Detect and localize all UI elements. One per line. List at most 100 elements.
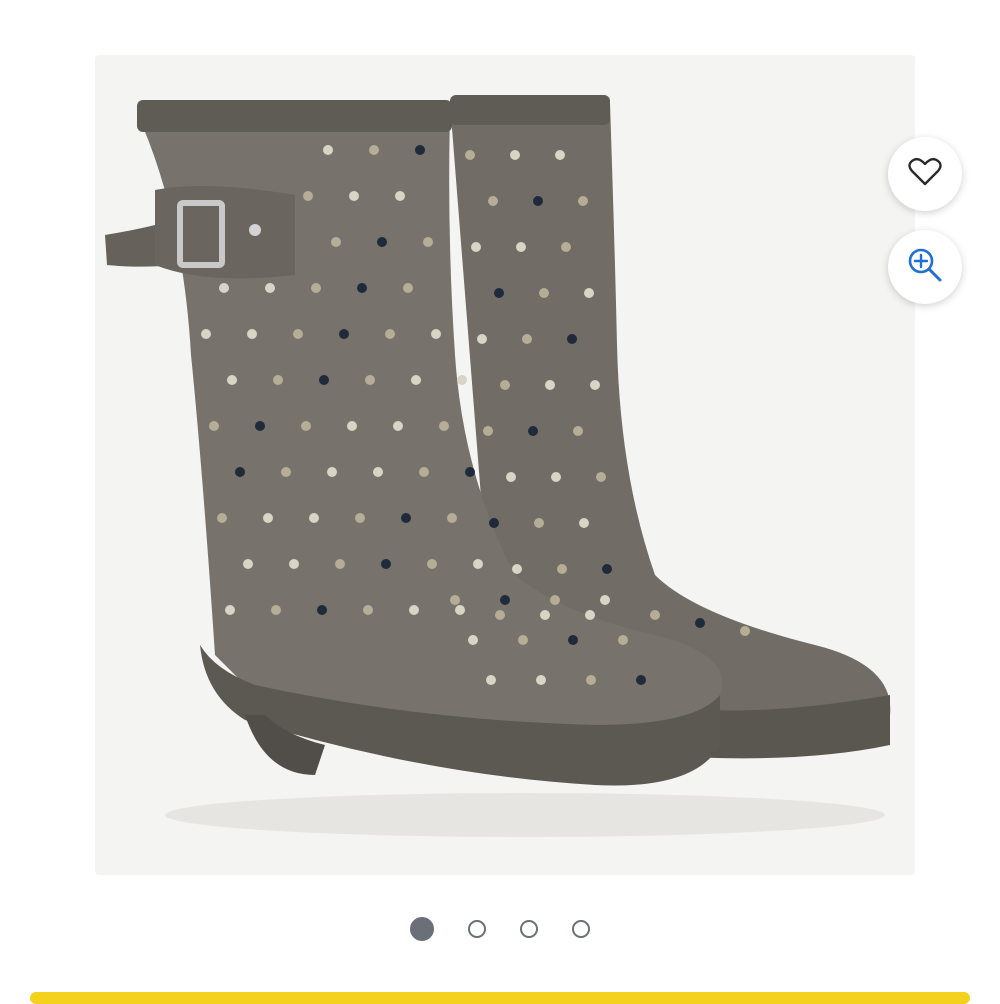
pagination-dot-4[interactable] [572,920,590,938]
polka-dot [468,635,478,645]
polka-dot [243,559,253,569]
polka-dot [423,237,433,247]
polka-dot [369,145,379,155]
polka-dot [600,595,610,605]
polka-dot [265,283,275,293]
polka-dot [365,375,375,385]
polka-dot [395,191,405,201]
image-pagination [0,915,1000,943]
polka-dot [555,150,565,160]
polka-dot [534,518,544,528]
polka-dot [636,675,646,685]
polka-dot [573,426,583,436]
polka-dot [235,467,245,477]
polka-dot [618,635,628,645]
polka-dot [219,283,229,293]
polka-dot [385,329,395,339]
polka-dot [263,513,273,523]
polka-dot [596,472,606,482]
polka-dot [415,145,425,155]
polka-dot [357,283,367,293]
polka-dot [289,559,299,569]
favorite-button[interactable] [888,137,962,211]
polka-dot [427,559,437,569]
polka-dot [255,421,265,431]
polka-dot [494,288,504,298]
polka-dot [303,191,313,201]
polka-dot [567,334,577,344]
polka-dot [217,513,227,523]
polka-dot [293,329,303,339]
polka-dot [377,237,387,247]
polka-dot [500,380,510,390]
pagination-dot-3[interactable] [520,920,538,938]
pagination-dot-2[interactable] [468,920,486,938]
polka-dot [579,518,589,528]
polka-dot [477,334,487,344]
polka-dot [740,626,750,636]
polka-dot [317,605,327,615]
polka-dot [518,635,528,645]
polka-dot [331,237,341,247]
polka-dot [540,610,550,620]
polka-dot [488,196,498,206]
polka-dot [335,559,345,569]
polka-dot [584,288,594,298]
polka-dot [473,559,483,569]
polka-dot [309,513,319,523]
polka-dot [510,150,520,160]
polka-dot [486,675,496,685]
polka-dot [347,421,357,431]
product-image-gallery [0,0,1000,1000]
polka-dot [500,595,510,605]
polka-dot [455,605,465,615]
polka-dot [457,375,467,385]
polka-dot [536,675,546,685]
rain-boots-illustration [105,95,891,837]
polka-dot [495,610,505,620]
polka-dot [227,375,237,385]
polka-dot [533,196,543,206]
polka-dot [522,334,532,344]
polka-dot [363,605,373,615]
polka-dot [327,467,337,477]
zoom-in-icon [906,246,944,289]
polka-dot [551,472,561,482]
zoom-button[interactable] [888,230,962,304]
polka-dot [528,426,538,436]
polka-dot [650,610,660,620]
polka-dot [568,635,578,645]
polka-dot [578,196,588,206]
promo-banner[interactable] [30,992,970,1004]
polka-dot [471,242,481,252]
polka-dot [506,472,516,482]
polka-dot [539,288,549,298]
polka-dot [561,242,571,252]
polka-dot [373,467,383,477]
polka-dot [271,605,281,615]
polka-dot [393,421,403,431]
polka-dot [319,375,329,385]
pagination-dot-1[interactable] [410,917,434,941]
polka-dot [409,605,419,615]
polka-dot [355,513,365,523]
polka-dot [273,375,283,385]
polka-dot [465,150,475,160]
polka-dot [281,467,291,477]
polka-dot [512,564,522,574]
polka-dot [419,467,429,477]
polka-dot [301,421,311,431]
polka-dot [247,329,257,339]
polka-dot [323,145,333,155]
polka-dot [585,610,595,620]
product-image[interactable] [95,55,915,875]
polka-dot [381,559,391,569]
polka-dot [557,564,567,574]
heart-icon [908,157,942,192]
polka-dot [311,283,321,293]
polka-dot [483,426,493,436]
polka-dot [586,675,596,685]
polka-dot [439,421,449,431]
polka-dot [401,513,411,523]
polka-dot [447,513,457,523]
